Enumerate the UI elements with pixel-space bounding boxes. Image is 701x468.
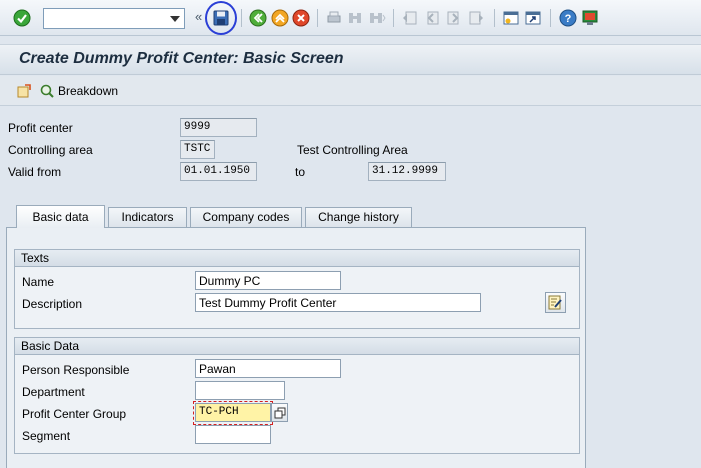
basic-data-group: Basic Data — [14, 337, 580, 454]
save-highlight-ring — [205, 1, 237, 35]
breakdown-button[interactable]: Breakdown — [39, 82, 139, 101]
application-toolbar: Breakdown — [0, 76, 701, 106]
new-session-icon[interactable] — [502, 9, 520, 27]
tab-panel-basic-data: Texts Basic Data — [6, 227, 586, 468]
department-input[interactable] — [195, 381, 285, 400]
profit-center-group-label: Profit Center Group — [22, 407, 127, 421]
find-next-icon[interactable] — [368, 9, 386, 27]
profit-center-value: 9999 — [184, 121, 211, 133]
command-field[interactable] — [43, 8, 185, 29]
segment-input[interactable] — [195, 425, 271, 444]
print-icon[interactable] — [325, 9, 343, 27]
other-object-icon[interactable] — [16, 83, 32, 99]
edit-text-icon — [548, 295, 562, 310]
profit-center-field[interactable]: 9999 — [180, 118, 257, 137]
value-help-button[interactable] — [271, 403, 288, 422]
page-title: Create Dummy Profit Center: Basic Screen — [19, 50, 344, 67]
to-label: to — [295, 165, 306, 179]
toolbar-separator — [317, 9, 318, 27]
tab-label: Basic data — [32, 210, 89, 224]
first-page-icon[interactable] — [401, 9, 419, 27]
long-text-button[interactable] — [545, 292, 566, 313]
toolbar-separator — [494, 9, 495, 27]
name-value: Dummy PC — [199, 274, 261, 288]
person-responsible-value: Pawan — [199, 362, 236, 376]
system-toolbar: « ? — [0, 0, 701, 36]
profit-center-label: Profit center — [8, 121, 73, 135]
shortcut-icon[interactable] — [524, 9, 542, 27]
valid-to-field[interactable]: 31.12.9999 — [368, 162, 446, 181]
controlling-area-label: Controlling area — [8, 143, 93, 157]
double-arrow-icon[interactable]: « — [195, 9, 202, 24]
person-responsible-label: Person Responsible — [22, 363, 130, 377]
enter-icon[interactable] — [13, 9, 31, 27]
description-input[interactable]: Test Dummy Profit Center — [195, 293, 481, 312]
last-page-icon[interactable] — [467, 9, 485, 27]
toolbar-separator — [550, 9, 551, 27]
next-page-icon[interactable] — [445, 9, 463, 27]
controlling-area-value: TSTC — [184, 143, 211, 155]
profit-center-group-input[interactable]: TC-PCH — [195, 403, 271, 422]
toolbar-separator — [241, 9, 242, 27]
person-responsible-input[interactable]: Pawan — [195, 359, 341, 378]
description-label: Description — [22, 297, 83, 311]
tab-company-codes[interactable]: Company codes — [190, 207, 302, 227]
layout-icon[interactable] — [581, 9, 599, 27]
texts-group-title: Texts — [15, 250, 579, 267]
description-value: Test Dummy Profit Center — [199, 296, 337, 310]
back-icon[interactable] — [249, 9, 267, 27]
exit-icon[interactable] — [271, 9, 289, 27]
breakdown-label: Breakdown — [58, 84, 119, 98]
valid-from-label: Valid from — [8, 165, 62, 179]
tab-change-history[interactable]: Change history — [305, 207, 412, 227]
value-help-icon — [274, 407, 286, 419]
basic-data-group-title: Basic Data — [15, 338, 579, 355]
segment-label: Segment — [22, 429, 71, 443]
tab-label: Change history — [318, 210, 399, 224]
valid-from-value: 01.01.1950 — [184, 165, 251, 177]
previous-page-icon[interactable] — [423, 9, 441, 27]
tab-label: Indicators — [121, 210, 174, 224]
help-icon[interactable]: ? — [559, 9, 577, 27]
name-input[interactable]: Dummy PC — [195, 271, 341, 290]
controlling-area-field[interactable]: TSTC — [180, 140, 215, 159]
svg-text:?: ? — [565, 13, 572, 25]
department-label: Department — [22, 385, 85, 399]
magnifier-icon — [40, 84, 54, 98]
valid-from-field[interactable]: 01.01.1950 — [180, 162, 257, 181]
cancel-icon[interactable] — [292, 9, 310, 27]
profit-center-group-value: TC-PCH — [199, 406, 239, 418]
chevron-down-icon[interactable] — [170, 16, 180, 22]
controlling-area-text: Test Controlling Area — [297, 143, 408, 157]
valid-to-value: 31.12.9999 — [372, 165, 439, 177]
name-label: Name — [22, 275, 55, 289]
find-icon[interactable] — [346, 9, 364, 27]
tab-indicators[interactable]: Indicators — [108, 207, 187, 227]
tab-basic-data[interactable]: Basic data — [16, 205, 105, 228]
tab-label: Company codes — [202, 210, 290, 224]
toolbar-separator — [393, 9, 394, 27]
title-bar: Create Dummy Profit Center: Basic Screen — [0, 44, 701, 75]
